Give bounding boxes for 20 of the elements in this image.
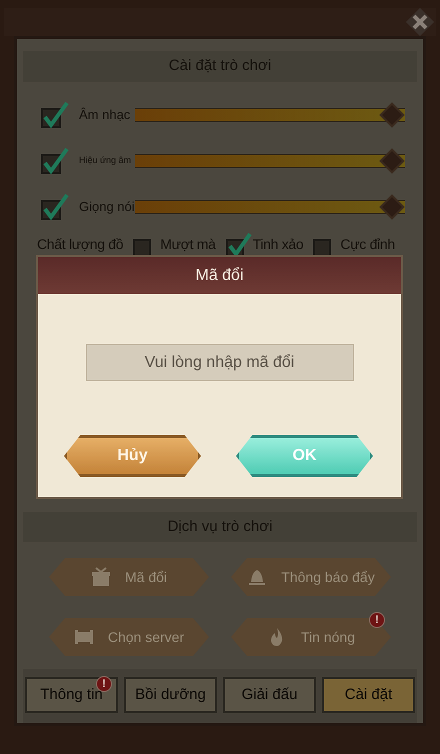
tab[interactable]: Thông tin ! bbox=[25, 677, 118, 713]
cancel-button[interactable]: Hủy bbox=[64, 435, 201, 477]
service-button[interactable]: Thông báo đẩy bbox=[231, 558, 391, 596]
checkbox[interactable] bbox=[41, 192, 69, 220]
alert-badge: ! bbox=[96, 676, 112, 692]
scroll-icon bbox=[74, 627, 94, 647]
gift-icon bbox=[90, 567, 111, 587]
tab[interactable]: Cài đặt bbox=[322, 677, 415, 713]
code-input-field[interactable]: Vui lòng nhập mã đổi bbox=[86, 344, 354, 381]
bell-icon bbox=[247, 567, 268, 587]
service-button[interactable]: Mã đổi bbox=[49, 558, 209, 596]
close-icon[interactable] bbox=[404, 6, 436, 38]
tab[interactable]: Bồi dưỡng bbox=[124, 677, 217, 713]
checkbox[interactable] bbox=[41, 100, 69, 128]
dialog-title: Mã đổi bbox=[38, 257, 401, 294]
ok-button[interactable]: OK bbox=[236, 435, 373, 477]
service-button[interactable]: Chọn server bbox=[49, 618, 209, 656]
checkbox[interactable] bbox=[41, 146, 69, 174]
tab[interactable]: Giải đấu bbox=[223, 677, 316, 713]
alert-badge: ! bbox=[369, 612, 385, 628]
